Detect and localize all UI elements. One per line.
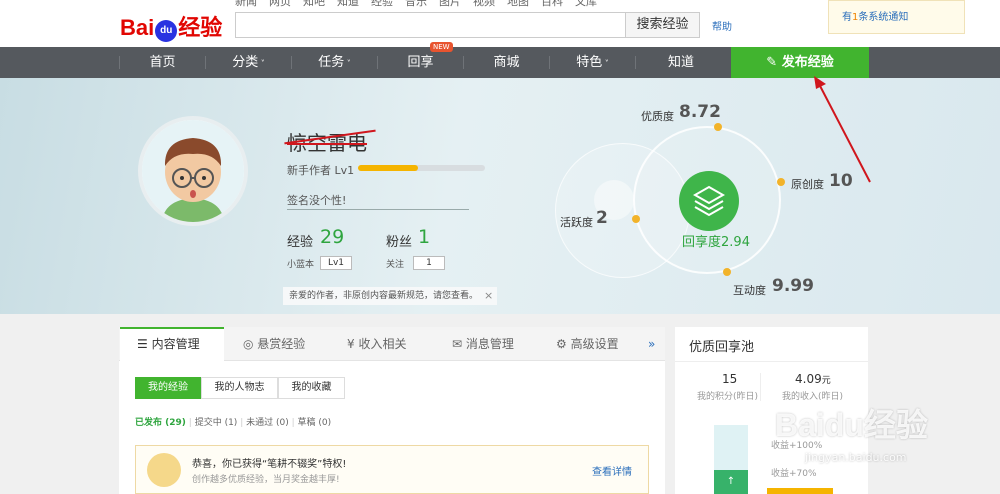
top-link-map[interactable]: 地图 [507, 0, 529, 8]
interact-dot [723, 268, 731, 276]
fans-label: 粉丝 [386, 235, 413, 250]
tab-advanced-settings[interactable]: ⚙ 高级设置 [556, 327, 619, 361]
filter-rejected[interactable]: 未通过 (0) [246, 418, 289, 428]
points-value: 15 [722, 372, 738, 386]
level-progress-bar [358, 165, 485, 171]
chevron-down-icon: ˅ [344, 59, 351, 68]
help-link[interactable]: 帮助 [712, 18, 732, 33]
divider [760, 373, 761, 401]
watermark-logo: Baidu经验 [775, 407, 928, 443]
layers-icon [679, 171, 739, 231]
top-link-images[interactable]: 图片 [439, 0, 461, 8]
bar-label-70: 收益+70% [771, 469, 817, 479]
follow-label: 关注 [386, 260, 405, 270]
level-progress-fill [358, 165, 418, 171]
status-filters: 已发布 (29) | 提交中 (1) | 未通过 (0) | 草稿 (0) [135, 418, 332, 428]
quality-dot [714, 123, 722, 131]
annotation-arrow [814, 76, 871, 183]
nav-featured[interactable]: 特色 ˅ [550, 47, 635, 78]
nav-tasks[interactable]: 任务 ˅ [292, 47, 377, 78]
award-details-link[interactable]: 查看详情 [592, 463, 632, 478]
signature-field[interactable]: 签名没个性! [287, 192, 469, 210]
paw-icon: du [155, 20, 178, 42]
exp-value: 29 [320, 226, 345, 248]
trophy-icon [147, 453, 181, 487]
active-dot [632, 215, 640, 223]
income-value: 4.09元 [795, 372, 831, 386]
divider [675, 361, 868, 362]
active-value: 2 [596, 208, 608, 228]
filter-drafts[interactable]: 草稿 (0) [298, 418, 332, 428]
nav-zhidao[interactable]: 知道 [636, 47, 726, 78]
subtab-my-experience[interactable]: 我的经验 [135, 377, 201, 399]
pool-title: 优质回享池 [689, 340, 755, 355]
gear-icon: ⚙ [556, 337, 571, 351]
blue-book-level-chip[interactable]: Lv1 [320, 256, 352, 270]
original-dot [777, 178, 785, 186]
top-link-zhidao[interactable]: 知道 [337, 0, 359, 8]
top-links: 新闻 网页 知吧 知道 经验 音乐 图片 视频 地图 百科 文库 [235, 0, 609, 9]
search-button[interactable]: 搜索经验 [625, 12, 700, 38]
chevron-down-icon: ˅ [602, 59, 609, 68]
edit-icon: ✎ [766, 55, 782, 70]
mail-icon: ✉ [452, 337, 466, 351]
new-badge: NEW [430, 42, 453, 52]
notice-bar[interactable]: 亲爱的作者，非原创内容最新规范，请您查看。 [283, 287, 497, 305]
top-link-jingyan[interactable]: 经验 [371, 0, 393, 8]
chevron-down-icon: ˅ [258, 59, 265, 68]
top-link-wenku[interactable]: 文库 [575, 0, 597, 8]
tabs-more-arrow[interactable]: » [648, 327, 655, 361]
interact-label: 互动度 [733, 284, 766, 297]
pool-bar-fill: ↑ [714, 470, 748, 494]
active-label: 活跃度 [560, 216, 593, 229]
top-link-music[interactable]: 音乐 [405, 0, 427, 8]
award-subtitle: 创作越多优质经验，当月奖金越丰厚! [192, 475, 340, 485]
close-icon[interactable]: × [484, 287, 493, 305]
huixiang-score: 回享度2.94 [682, 235, 750, 250]
quality-label: 优质度 [641, 110, 674, 123]
exp-label: 经验 [287, 235, 314, 250]
tab-content-management[interactable]: ☰ 内容管理 [137, 327, 200, 361]
subtab-my-favorites[interactable]: 我的收藏 [278, 377, 345, 399]
follow-count-chip[interactable]: 1 [413, 256, 445, 270]
top-link-news[interactable]: 新闻 [235, 0, 257, 8]
tab-bounty[interactable]: ◎ 悬赏经验 [243, 327, 305, 361]
pool-yellow-strip [767, 488, 833, 494]
filter-published[interactable]: 已发布 (29) [135, 418, 186, 428]
fans-value[interactable]: 1 [418, 226, 430, 248]
top-link-baike[interactable]: 百科 [541, 0, 563, 8]
interact-value: 9.99 [772, 276, 814, 296]
search-input[interactable] [235, 12, 626, 38]
avatar-illustration [142, 120, 244, 222]
avatar[interactable] [138, 116, 248, 226]
award-title: 恭喜，你已获得“笔耕不辍奖”特权! [192, 459, 347, 470]
watermark-url: jingyan.baidu.com [805, 451, 907, 464]
baidu-jingyan-logo[interactable]: Bai du 经验 [120, 10, 222, 42]
filter-pending[interactable]: 提交中 (1) [195, 418, 238, 428]
coin-icon: ◎ [243, 337, 258, 351]
nav-mall[interactable]: 商城 [464, 47, 549, 78]
points-label: 我的积分(昨日) [697, 392, 759, 402]
tab-messages[interactable]: ✉ 消息管理 [452, 327, 514, 361]
top-link-web[interactable]: 网页 [269, 0, 291, 8]
author-level: 新手作者 Lv1 [287, 164, 355, 177]
tab-income[interactable]: ¥ 收入相关 [347, 327, 406, 361]
top-link-tieba[interactable]: 知吧 [303, 0, 325, 8]
nav-home[interactable]: 首页 [120, 47, 205, 78]
blue-book-label: 小蓝本 [287, 260, 315, 270]
quality-value: 8.72 [679, 102, 721, 122]
yen-icon: ¥ [347, 337, 359, 351]
subtab-my-profiles[interactable]: 我的人物志 [201, 377, 278, 399]
list-icon: ☰ [137, 337, 152, 351]
system-notification[interactable]: 有1条系统通知 [828, 0, 965, 34]
nav-category[interactable]: 分类 ˅ [206, 47, 291, 78]
top-link-video[interactable]: 视频 [473, 0, 495, 8]
